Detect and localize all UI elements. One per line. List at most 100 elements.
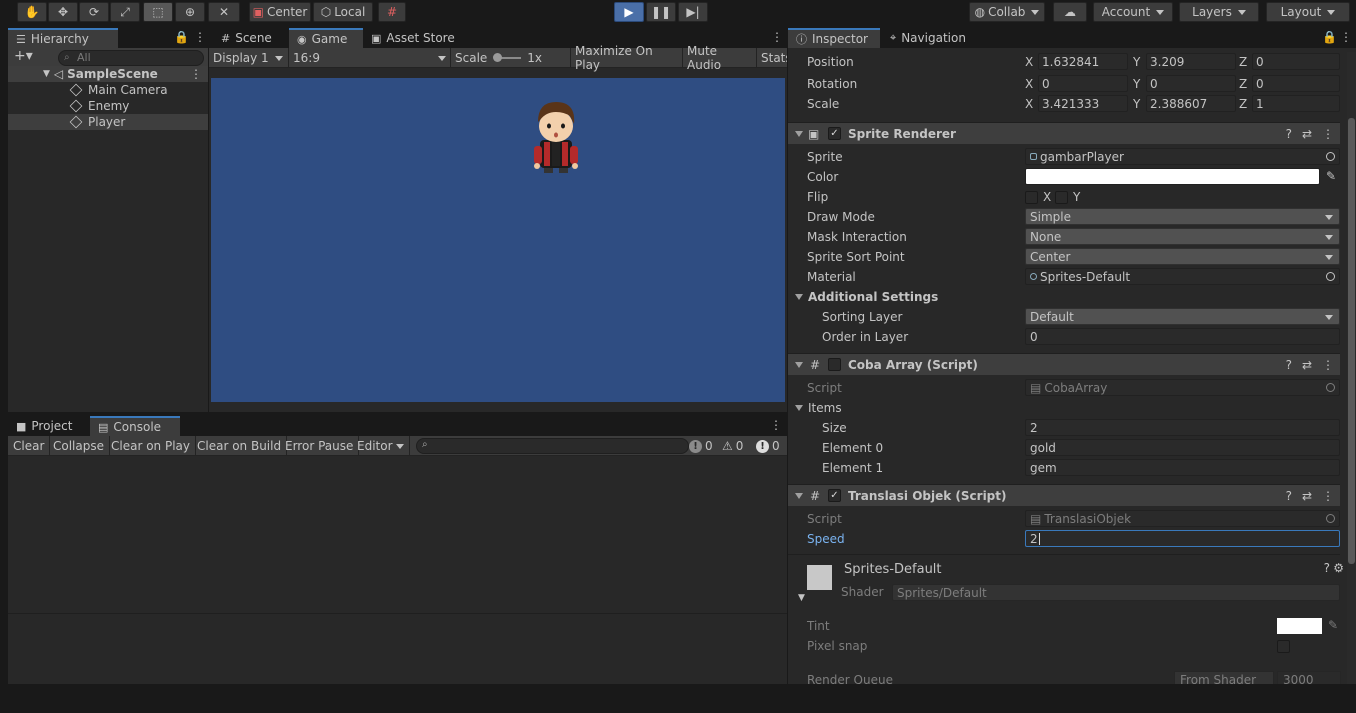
console-collapse-toggle[interactable]: Collapse	[48, 436, 110, 456]
tab-scene[interactable]: # Scene	[213, 28, 280, 48]
flip-y-checkbox[interactable]	[1055, 190, 1068, 204]
scale-slider-track[interactable]	[493, 53, 522, 62]
more-menu-icon[interactable]: ⋮	[1322, 127, 1334, 141]
rotation-z-field[interactable]: 0	[1252, 75, 1340, 92]
layout-dropdown[interactable]: Layout	[1266, 2, 1350, 22]
translasi-objek-enabled-checkbox[interactable]: ✓	[828, 489, 841, 502]
warning-count-toggle[interactable]: ⚠ 0	[722, 436, 743, 456]
console-clear-on-play-toggle[interactable]: Clear on Play	[106, 436, 196, 456]
tab-project[interactable]: ■ Project	[8, 416, 88, 436]
aspect-dropdown[interactable]: 16:9	[289, 48, 451, 68]
log-count-toggle[interactable]: ! 0	[689, 436, 713, 456]
scene-row[interactable]: ▼ ◁ SampleScene ⋮	[8, 66, 208, 82]
tab-console[interactable]: ▤ Console	[90, 416, 180, 436]
scale-slider[interactable]: Scale 1x	[451, 48, 571, 68]
grid-snap-button[interactable]: #	[378, 2, 406, 22]
sprite-sort-point-dropdown[interactable]: Center	[1025, 248, 1340, 265]
translasi-objek-header[interactable]: # ✓ Translasi Objek (Script) ? ⇄ ⋮	[788, 484, 1340, 506]
more-menu-icon[interactable]: ⋮	[770, 418, 782, 432]
preset-icon[interactable]: ⇄	[1302, 358, 1312, 372]
sorting-layer-dropdown[interactable]: Default	[1025, 308, 1340, 325]
more-menu-icon[interactable]: ⋮	[1322, 489, 1334, 503]
fold-arrow-icon[interactable]	[795, 130, 803, 137]
position-y-field[interactable]: 3.209	[1146, 53, 1236, 70]
display-dropdown[interactable]: Display 1	[209, 48, 289, 68]
sprite-field[interactable]: gambarPlayer	[1025, 148, 1340, 165]
more-menu-icon[interactable]: ⋮	[194, 30, 206, 44]
scene-menu-icon[interactable]: ⋮	[190, 67, 202, 81]
additional-settings-foldout[interactable]: Additional Settings	[788, 287, 1340, 307]
more-menu-icon[interactable]: ⋮	[1322, 358, 1334, 372]
draw-mode-dropdown[interactable]: Simple	[1025, 208, 1340, 225]
transform-tool-button[interactable]: ⊕	[175, 2, 205, 22]
eyedropper-icon[interactable]: ✎	[1326, 169, 1336, 183]
tab-inspector[interactable]: ⓘ Inspector	[788, 28, 880, 48]
object-picker-icon[interactable]	[1326, 272, 1335, 281]
order-in-layer-field[interactable]: 0	[1025, 328, 1340, 345]
object-picker-icon[interactable]	[1326, 152, 1335, 161]
help-icon[interactable]: ?	[1286, 358, 1292, 372]
console-clear-button[interactable]: Clear	[8, 436, 51, 456]
hand-tool-button[interactable]: ✋	[17, 2, 47, 22]
scale-z-field[interactable]: 1	[1252, 95, 1340, 112]
game-view-canvas[interactable]	[211, 78, 785, 402]
color-swatch[interactable]	[1025, 168, 1320, 185]
help-icon[interactable]: ?	[1286, 127, 1292, 141]
fold-arrow-icon[interactable]	[795, 361, 803, 368]
more-menu-icon[interactable]: ⋮	[1340, 30, 1352, 44]
coba-array-enabled-checkbox[interactable]	[828, 358, 841, 371]
mask-interaction-dropdown[interactable]: None	[1025, 228, 1340, 245]
hierarchy-item-player[interactable]: Player	[8, 114, 208, 130]
position-x-field[interactable]: 1.632841	[1038, 53, 1128, 70]
mute-audio-toggle[interactable]: Mute Audio	[683, 44, 757, 72]
items-foldout[interactable]: Items	[788, 398, 1340, 418]
space-toggle[interactable]: ⬡ Local	[313, 2, 373, 22]
move-tool-button[interactable]: ✥	[48, 2, 78, 22]
add-button[interactable]: +▾	[14, 48, 33, 64]
console-search-input[interactable]: ⌕	[416, 438, 689, 454]
console-editor-dropdown[interactable]: Editor	[352, 436, 410, 456]
fold-arrow-icon[interactable]: ▼	[798, 593, 805, 603]
custom-tool-button[interactable]: ✕	[208, 2, 240, 22]
lock-icon[interactable]: 🔒	[174, 30, 189, 44]
maximize-on-play-toggle[interactable]: Maximize On Play	[571, 44, 683, 72]
speed-field[interactable]: 2	[1025, 530, 1340, 547]
cloud-button[interactable]: ☁	[1053, 2, 1087, 22]
flip-x-checkbox[interactable]	[1025, 190, 1038, 204]
pause-button[interactable]: ❚❚	[646, 2, 676, 22]
more-menu-icon[interactable]: ⋮	[771, 30, 783, 44]
coba-array-header[interactable]: # Coba Array (Script) ? ⇄ ⋮	[788, 353, 1340, 375]
hierarchy-item-enemy[interactable]: Enemy	[8, 98, 208, 114]
hierarchy-search-input[interactable]: ⌕ All	[58, 50, 204, 66]
scale-tool-button[interactable]: ⤢	[110, 2, 140, 22]
tab-navigation[interactable]: ⌖ Navigation	[882, 28, 974, 48]
preset-icon[interactable]: ⇄	[1302, 127, 1312, 141]
rect-tool-button[interactable]: ⬚	[143, 2, 173, 22]
items-size-field[interactable]: 2	[1025, 419, 1340, 436]
shader-dropdown[interactable]: Sprites/Default	[892, 584, 1340, 601]
help-icon[interactable]: ?	[1324, 561, 1330, 575]
sprite-renderer-header[interactable]: ▣ ✓ Sprite Renderer ? ⇄ ⋮	[788, 122, 1340, 144]
position-z-field[interactable]: 0	[1252, 53, 1340, 70]
layers-dropdown[interactable]: Layers	[1179, 2, 1259, 22]
gear-icon[interactable]: ⚙	[1333, 561, 1344, 575]
scale-x-field[interactable]: 3.421333	[1038, 95, 1128, 112]
tab-asset-store[interactable]: ▣ Asset Store	[363, 28, 463, 48]
sprite-renderer-enabled-checkbox[interactable]: ✓	[828, 127, 841, 140]
material-field[interactable]: Sprites-Default	[1025, 268, 1340, 285]
help-icon[interactable]: ?	[1286, 489, 1292, 503]
lock-icon[interactable]: 🔒	[1322, 30, 1337, 44]
console-error-pause-toggle[interactable]: Error Pause	[280, 436, 360, 456]
collab-dropdown[interactable]: ◍ Collab	[969, 2, 1045, 22]
account-dropdown[interactable]: Account	[1093, 2, 1173, 22]
preset-icon[interactable]: ⇄	[1302, 489, 1312, 503]
element-1-field[interactable]: gem	[1025, 459, 1340, 476]
fold-arrow-icon[interactable]	[795, 492, 803, 499]
rotation-y-field[interactable]: 0	[1146, 75, 1236, 92]
rotation-x-field[interactable]: 0	[1038, 75, 1128, 92]
console-clear-on-build-toggle[interactable]: Clear on Build	[192, 436, 288, 456]
tab-hierarchy[interactable]: ☰ Hierarchy	[8, 28, 118, 48]
inspector-scrollbar-thumb[interactable]	[1348, 118, 1355, 564]
scale-slider-thumb[interactable]	[493, 53, 503, 62]
stats-toggle[interactable]: Stats	[757, 48, 787, 68]
